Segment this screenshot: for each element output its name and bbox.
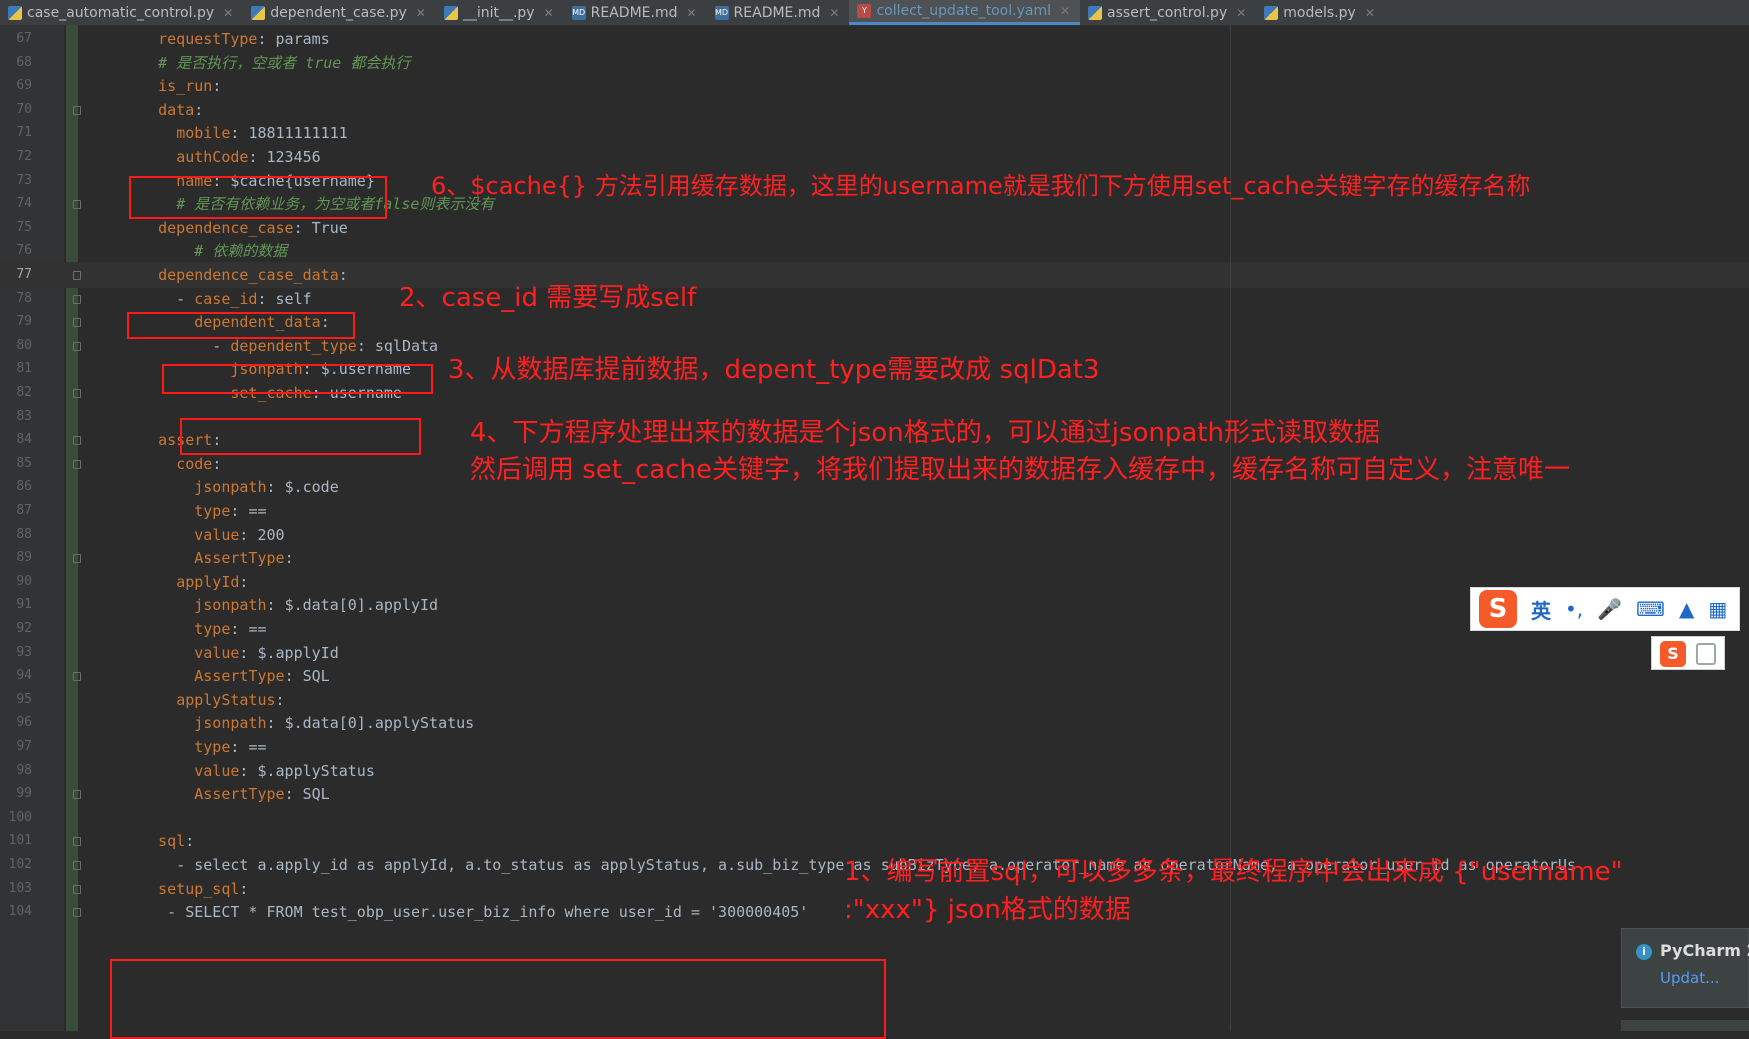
markdown-file-icon: MD: [714, 5, 729, 20]
line-number: 102: [8, 857, 32, 872]
line-number: 77: [16, 267, 32, 282]
update-notification[interactable]: i PyCharm 20 Updat...: [1621, 928, 1749, 1008]
tab-label: README.md: [590, 4, 678, 21]
annotation-note-6: 6、$cache{} 方法引用缓存数据，这里的username就是我们下方使用s…: [431, 172, 1531, 200]
line-number: 87: [16, 503, 32, 518]
editor-tab[interactable]: __init__.py ✕: [436, 0, 564, 25]
line-number: 90: [16, 573, 32, 589]
line-number: 94: [16, 668, 32, 684]
annotation-note-4-line1: 4、下方程序处理出来的数据是个json格式的，可以通过jsonpath形式读取数…: [470, 418, 1380, 448]
notification-footer: [1621, 1020, 1749, 1031]
toolbox-icon[interactable]: ▦: [1708, 597, 1727, 621]
python-file-icon: [1088, 5, 1103, 20]
line-number: 89: [16, 550, 32, 566]
line-number: 95: [16, 691, 32, 707]
line-number: 83: [16, 408, 32, 424]
line-number: 67: [16, 31, 32, 46]
line-number: 82: [16, 385, 32, 400]
line-number: 97: [16, 739, 32, 754]
editor-tab[interactable]: dependent_case.py ✕: [243, 0, 436, 25]
close-icon[interactable]: ✕: [1236, 6, 1246, 20]
line-number: 73: [16, 172, 32, 188]
highlight-box-name: [129, 176, 387, 219]
close-icon[interactable]: ✕: [416, 6, 426, 20]
line-number: 76: [16, 243, 32, 259]
tab-label: assert_control.py: [1107, 4, 1228, 21]
ime-mini-logo-icon[interactable]: S: [1660, 641, 1686, 667]
annotation-note-2: 2、case_id 需要写成self: [399, 283, 697, 313]
ime-mini-expand-icon[interactable]: [1696, 643, 1716, 665]
tab-label: collect_update_tool.yaml: [876, 3, 1051, 19]
editor-tab[interactable]: Ycollect_update_tool.yaml ✕: [849, 0, 1081, 25]
python-file-icon: [443, 5, 458, 20]
editor-tab[interactable]: case_automatic_control.py ✕: [0, 0, 243, 25]
line-number: 99: [16, 786, 32, 802]
line-number: 72: [16, 149, 32, 164]
editor-tab[interactable]: MD README.md ✕: [564, 0, 707, 25]
close-icon[interactable]: ✕: [1060, 4, 1070, 18]
editor-tab[interactable]: MD README.md ✕: [707, 0, 850, 25]
line-number: 92: [16, 621, 32, 636]
close-icon[interactable]: ✕: [1365, 6, 1375, 20]
python-file-icon: [1264, 5, 1279, 20]
skin-icon[interactable]: ▲: [1679, 597, 1694, 621]
highlight-box-setup-sql: [110, 959, 886, 1039]
tab-label: __init__.py: [462, 4, 535, 21]
ime-toolbar[interactable]: S 英 •, 🎤 ⌨ ▲ ▦: [1470, 587, 1740, 631]
highlight-box-dependent-type: [162, 364, 433, 394]
annotation-note-4-line2: 然后调用 set_cache关键字，将我们提取出来的数据存入缓存中，缓存名称可自…: [470, 455, 1570, 485]
line-number: 75: [16, 219, 32, 235]
editor-tab[interactable]: models.py ✕: [1256, 0, 1385, 25]
ime-mini-panel[interactable]: S: [1651, 636, 1725, 670]
tab-label: case_automatic_control.py: [27, 4, 215, 21]
tab-label: dependent_case.py: [270, 4, 407, 21]
editor-tab-bar: case_automatic_control.py ✕ dependent_case…: [0, 0, 1749, 26]
highlight-box-set-cache: [180, 418, 421, 455]
line-number: 93: [16, 644, 32, 660]
tab-label: README.md: [733, 4, 821, 21]
line-number: 68: [16, 54, 32, 70]
line-number: 104: [8, 904, 32, 920]
line-number: 88: [16, 526, 32, 542]
line-number: 79: [16, 314, 32, 330]
close-icon[interactable]: ✕: [223, 6, 233, 20]
line-number: 71: [16, 125, 32, 141]
close-icon[interactable]: ✕: [544, 6, 554, 20]
annotation-note-1-line1: 1、编写前置sql，可以多多条，最终程序中会出来成 {"username": [844, 857, 1623, 887]
notification-title: PyCharm 20: [1660, 941, 1749, 960]
line-number: 69: [16, 78, 32, 94]
annotation-note-1-line2: :"xxx"} json格式的数据: [844, 895, 1131, 925]
ime-mode-toggle[interactable]: 英: [1531, 595, 1551, 624]
line-number: 85: [16, 455, 32, 471]
punctuation-icon[interactable]: •,: [1565, 597, 1583, 621]
python-file-icon: [8, 5, 22, 20]
markdown-file-icon: MD: [571, 5, 586, 20]
line-number: 96: [16, 715, 32, 731]
update-link[interactable]: Updat...: [1660, 969, 1719, 987]
line-number: 84: [16, 432, 32, 448]
line-number: 80: [16, 337, 32, 353]
line-number: 101: [8, 833, 32, 849]
close-icon[interactable]: ✕: [686, 6, 696, 20]
python-file-icon: [251, 5, 266, 20]
line-number: 74: [16, 196, 32, 212]
tab-label: models.py: [1283, 4, 1356, 21]
line-number: 81: [16, 361, 32, 377]
highlight-box-case-id: [127, 312, 355, 339]
line-number: 70: [16, 101, 32, 117]
line-number: 103: [8, 880, 32, 896]
line-number: 91: [16, 597, 32, 613]
ime-logo-icon[interactable]: S: [1479, 590, 1517, 628]
line-number: 86: [16, 479, 32, 495]
line-number: 98: [16, 762, 32, 778]
line-number: 78: [16, 290, 32, 306]
editor-tab[interactable]: assert_control.py ✕: [1080, 0, 1256, 25]
close-icon[interactable]: ✕: [829, 6, 839, 20]
info-icon: i: [1636, 944, 1652, 960]
annotation-note-3: 3、从数据库提前数据，depent_type需要改成 sqlDat3: [448, 355, 1100, 385]
line-number: 100: [8, 809, 32, 825]
yaml-file-icon: Y: [857, 4, 872, 18]
keyboard-icon[interactable]: ⌨: [1636, 597, 1665, 621]
microphone-icon[interactable]: 🎤: [1597, 597, 1622, 621]
